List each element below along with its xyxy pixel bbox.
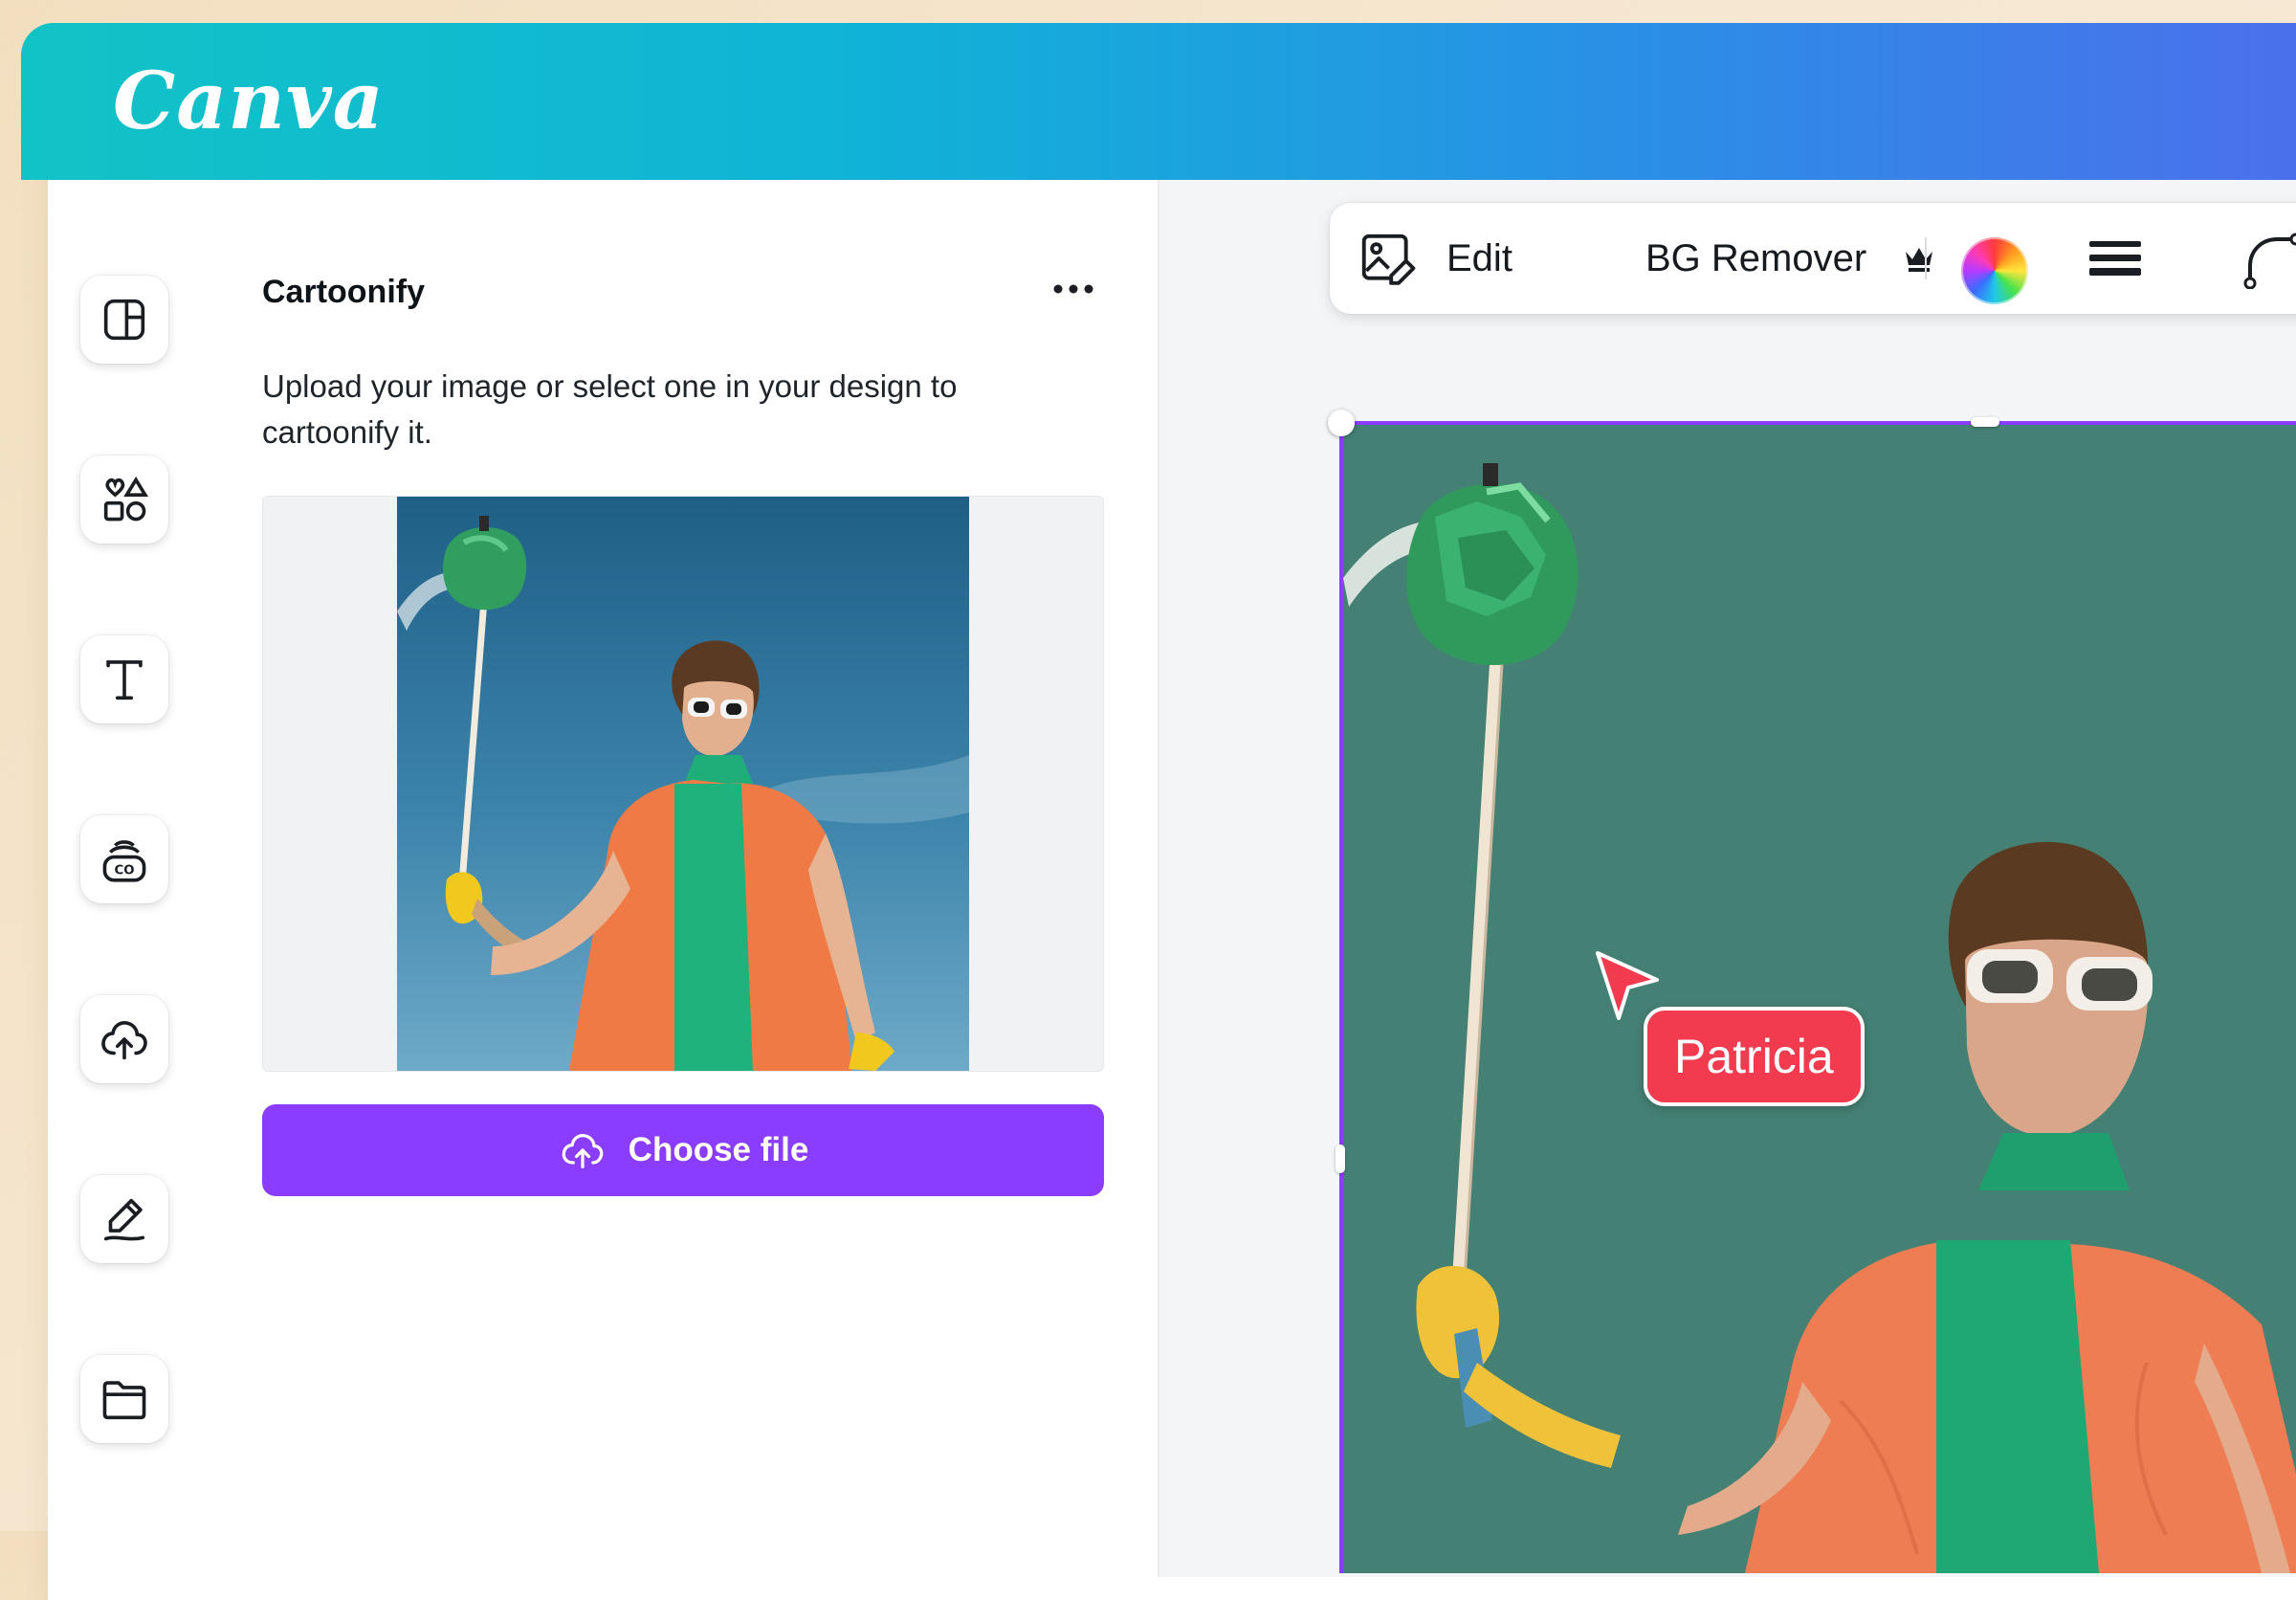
svg-text:CO: CO	[114, 864, 134, 878]
rail-projects-button[interactable]	[80, 1355, 168, 1443]
rail-draw-button[interactable]	[80, 1175, 168, 1263]
color-wheel-icon[interactable]	[1961, 237, 2028, 304]
edit-label: Edit	[1446, 236, 1512, 279]
preview-photo	[397, 497, 969, 1071]
rail-layout-button[interactable]	[80, 276, 168, 364]
folder-icon	[102, 1381, 146, 1420]
line-weight-icon[interactable]	[2087, 241, 2143, 276]
bg-remover-label: BG Remover	[1645, 236, 1867, 279]
draw-icon	[103, 1198, 145, 1241]
rail-uploads-button[interactable]	[80, 995, 168, 1083]
choose-file-button[interactable]: Choose file	[262, 1104, 1104, 1196]
rail-text-button[interactable]	[80, 635, 168, 723]
edit-image-button[interactable]: Edit	[1357, 203, 1512, 314]
panel-title: Cartoonify	[262, 274, 425, 310]
toolbar-separator	[1925, 237, 1927, 279]
bg-remover-button[interactable]: BG Remover	[1645, 203, 1935, 314]
rail-elements-button[interactable]	[80, 456, 168, 544]
cartoonify-panel: Cartoonify Upload your image or select o…	[193, 180, 1158, 1577]
elements-icon	[103, 477, 148, 522]
selected-cartoon-image[interactable]	[1339, 421, 2296, 1573]
choose-file-label: Choose file	[628, 1131, 809, 1168]
app-header: Canva	[21, 23, 2296, 180]
context-toolbar: Edit BG Remover	[1330, 203, 2296, 314]
brand-icon: CO	[102, 840, 146, 882]
image-edit-icon	[1361, 233, 1416, 285]
upload-cloud-icon	[562, 1134, 603, 1168]
resize-handle-top[interactable]	[1971, 417, 1999, 427]
upload-cloud-icon	[101, 1021, 147, 1060]
canva-logo[interactable]: Canva	[113, 56, 385, 147]
resize-handle-left[interactable]	[1336, 1144, 1345, 1173]
image-preview[interactable]	[262, 496, 1104, 1072]
crown-icon	[1906, 248, 1933, 272]
side-rail: CO	[21, 180, 193, 1577]
collaborator-name-tag: Patricia	[1644, 1007, 1865, 1106]
corner-radius-icon[interactable]	[2242, 232, 2296, 289]
layout-icon	[103, 299, 145, 341]
more-horizontal-icon[interactable]	[1045, 272, 1102, 306]
rail-brand-button[interactable]: CO	[80, 815, 168, 903]
panel-description: Upload your image or select one in your …	[262, 368, 958, 450]
resize-handle-corner[interactable]	[1328, 410, 1355, 436]
text-icon	[106, 660, 143, 700]
